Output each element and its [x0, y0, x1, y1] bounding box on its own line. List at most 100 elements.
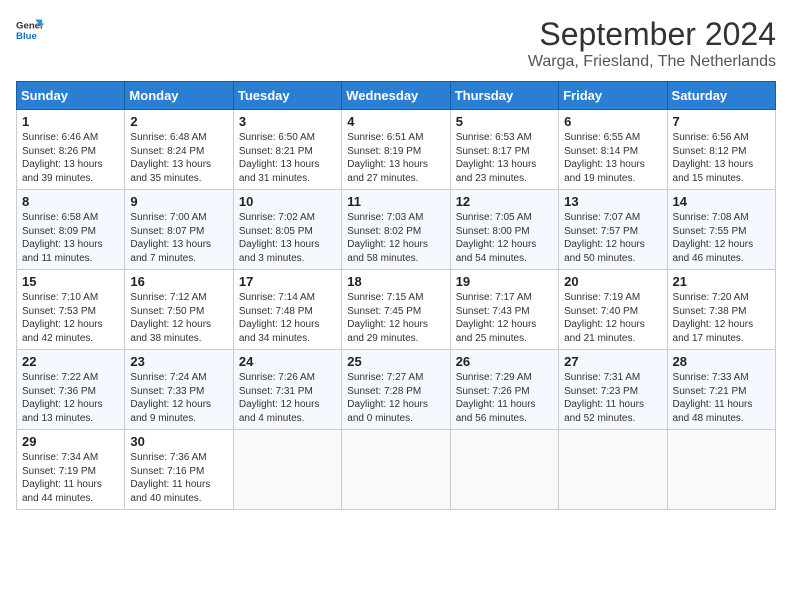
table-row: 20Sunrise: 7:19 AMSunset: 7:40 PMDayligh… [559, 270, 667, 350]
day-info: Sunrise: 6:51 AMSunset: 8:19 PMDaylight:… [347, 131, 444, 185]
day-number: 9 [130, 194, 227, 209]
header-sunday: Sunday [17, 82, 125, 110]
day-number: 19 [456, 274, 553, 289]
day-info: Sunrise: 6:50 AMSunset: 8:21 PMDaylight:… [239, 131, 336, 185]
day-number: 27 [564, 354, 661, 369]
day-info: Sunrise: 7:26 AMSunset: 7:31 PMDaylight:… [239, 371, 336, 425]
day-info: Sunrise: 7:07 AMSunset: 7:57 PMDaylight:… [564, 211, 661, 265]
table-row: 10 Sunrise: 7:02 AMSunset: 8:05 PMDayligh… [233, 190, 341, 270]
day-info: Sunrise: 7:19 AMSunset: 7:40 PMDaylight:… [564, 291, 661, 345]
table-row: 12 Sunrise: 7:05 AMSunset: 8:00 PMDayligh… [450, 190, 558, 270]
calendar-week-row: 8Sunrise: 6:58 AMSunset: 8:09 PMDaylight… [17, 190, 776, 270]
subtitle: Warga, Friesland, The Netherlands [528, 53, 776, 71]
day-number: 17 [239, 274, 336, 289]
day-number: 15 [22, 274, 119, 289]
day-info: Sunrise: 7:08 AMSunset: 7:55 PMDaylight:… [673, 211, 770, 265]
table-row: 15 Sunrise: 7:10 AMSunset: 7:53 PMDayligh… [17, 270, 125, 350]
title-section: September 2024 Warga, Friesland, The Net… [528, 16, 776, 71]
day-number: 13 [564, 194, 661, 209]
day-number: 26 [456, 354, 553, 369]
table-row: 18 Sunrise: 7:15 AMSunset: 7:45 PMDayligh… [342, 270, 450, 350]
day-number: 5 [456, 114, 553, 129]
day-number: 7 [673, 114, 770, 129]
day-number: 14 [673, 194, 770, 209]
calendar-week-row: 29 Sunrise: 7:34 AMSunset: 7:19 PMDayligh… [17, 430, 776, 510]
day-number: 21 [673, 274, 770, 289]
day-number: 6 [564, 114, 661, 129]
table-row: 25Sunrise: 7:27 AMSunset: 7:28 PMDayligh… [342, 350, 450, 430]
calendar-week-row: 22Sunrise: 7:22 AMSunset: 7:36 PMDayligh… [17, 350, 776, 430]
day-number: 22 [22, 354, 119, 369]
day-number: 4 [347, 114, 444, 129]
day-number: 30 [130, 434, 227, 449]
header-tuesday: Tuesday [233, 82, 341, 110]
table-row: 14 Sunrise: 7:08 AMSunset: 7:55 PMDayligh… [667, 190, 775, 270]
table-row: 30Sunrise: 7:36 AMSunset: 7:16 PMDayligh… [125, 430, 233, 510]
table-row: 11 Sunrise: 7:03 AMSunset: 8:02 PMDayligh… [342, 190, 450, 270]
table-row: 16 Sunrise: 7:12 AMSunset: 7:50 PMDayligh… [125, 270, 233, 350]
table-row: 28Sunrise: 7:33 AMSunset: 7:21 PMDayligh… [667, 350, 775, 430]
calendar-header-row: Sunday Monday Tuesday Wednesday Thursday… [17, 82, 776, 110]
table-row: 22Sunrise: 7:22 AMSunset: 7:36 PMDayligh… [17, 350, 125, 430]
day-number: 11 [347, 194, 444, 209]
day-info: Sunrise: 7:20 AMSunset: 7:38 PMDaylight:… [673, 291, 770, 345]
table-row: 2Sunrise: 6:48 AMSunset: 8:24 PMDaylight… [125, 110, 233, 190]
table-row: 9 Sunrise: 7:00 AMSunset: 8:07 PMDaylight… [125, 190, 233, 270]
day-info: Sunrise: 7:34 AMSunset: 7:19 PMDaylight:… [22, 451, 119, 505]
day-number: 8 [22, 194, 119, 209]
table-row: 21 Sunrise: 7:20 AMSunset: 7:38 PMDayligh… [667, 270, 775, 350]
table-row: 6 Sunrise: 6:55 AMSunset: 8:14 PMDaylight… [559, 110, 667, 190]
day-number: 10 [239, 194, 336, 209]
day-info: Sunrise: 6:56 AMSunset: 8:12 PMDaylight:… [673, 131, 770, 185]
day-number: 3 [239, 114, 336, 129]
day-info: Sunrise: 7:33 AMSunset: 7:21 PMDaylight:… [673, 371, 770, 425]
table-row [450, 430, 558, 510]
table-row: 8Sunrise: 6:58 AMSunset: 8:09 PMDaylight… [17, 190, 125, 270]
day-info: Sunrise: 7:05 AMSunset: 8:00 PMDaylight:… [456, 211, 553, 265]
day-info: Sunrise: 6:48 AMSunset: 8:24 PMDaylight:… [130, 131, 227, 185]
table-row: 24Sunrise: 7:26 AMSunset: 7:31 PMDayligh… [233, 350, 341, 430]
table-row: 19 Sunrise: 7:17 AMSunset: 7:43 PMDayligh… [450, 270, 558, 350]
day-info: Sunrise: 7:12 AMSunset: 7:50 PMDaylight:… [130, 291, 227, 345]
day-number: 16 [130, 274, 227, 289]
day-number: 18 [347, 274, 444, 289]
day-info: Sunrise: 6:53 AMSunset: 8:17 PMDaylight:… [456, 131, 553, 185]
table-row [667, 430, 775, 510]
day-info: Sunrise: 7:03 AMSunset: 8:02 PMDaylight:… [347, 211, 444, 265]
day-info: Sunrise: 7:02 AMSunset: 8:05 PMDaylight:… [239, 211, 336, 265]
day-info: Sunrise: 7:31 AMSunset: 7:23 PMDaylight:… [564, 371, 661, 425]
day-info: Sunrise: 6:55 AMSunset: 8:14 PMDaylight:… [564, 131, 661, 185]
table-row: 1 Sunrise: 6:46 AMSunset: 8:26 PMDaylight… [17, 110, 125, 190]
day-info: Sunrise: 7:29 AMSunset: 7:26 PMDaylight:… [456, 371, 553, 425]
header-thursday: Thursday [450, 82, 558, 110]
calendar-table: Sunday Monday Tuesday Wednesday Thursday… [16, 81, 776, 510]
day-info: Sunrise: 7:17 AMSunset: 7:43 PMDaylight:… [456, 291, 553, 345]
day-info: Sunrise: 7:10 AMSunset: 7:53 PMDaylight:… [22, 291, 119, 345]
day-info: Sunrise: 7:24 AMSunset: 7:33 PMDaylight:… [130, 371, 227, 425]
logo: General Blue [16, 16, 44, 44]
table-row: 17Sunrise: 7:14 AMSunset: 7:48 PMDayligh… [233, 270, 341, 350]
table-row: 7 Sunrise: 6:56 AMSunset: 8:12 PMDaylight… [667, 110, 775, 190]
table-row [559, 430, 667, 510]
day-info: Sunrise: 7:00 AMSunset: 8:07 PMDaylight:… [130, 211, 227, 265]
header-monday: Monday [125, 82, 233, 110]
calendar-page: General Blue September 2024 Warga, Fries… [0, 0, 792, 612]
table-row: 23 Sunrise: 7:24 AMSunset: 7:33 PMDayligh… [125, 350, 233, 430]
table-row: 5 Sunrise: 6:53 AMSunset: 8:17 PMDaylight… [450, 110, 558, 190]
svg-text:Blue: Blue [16, 31, 37, 42]
logo-icon: General Blue [16, 16, 44, 44]
calendar-week-row: 15 Sunrise: 7:10 AMSunset: 7:53 PMDayligh… [17, 270, 776, 350]
day-number: 29 [22, 434, 119, 449]
day-number: 23 [130, 354, 227, 369]
page-header: General Blue September 2024 Warga, Fries… [16, 16, 776, 71]
table-row: 29 Sunrise: 7:34 AMSunset: 7:19 PMDayligh… [17, 430, 125, 510]
day-number: 12 [456, 194, 553, 209]
table-row: 3 Sunrise: 6:50 AMSunset: 8:21 PMDaylight… [233, 110, 341, 190]
day-info: Sunrise: 7:15 AMSunset: 7:45 PMDaylight:… [347, 291, 444, 345]
day-info: Sunrise: 6:46 AMSunset: 8:26 PMDaylight:… [22, 131, 119, 185]
day-number: 1 [22, 114, 119, 129]
main-title: September 2024 [528, 16, 776, 53]
header-wednesday: Wednesday [342, 82, 450, 110]
calendar-week-row: 1 Sunrise: 6:46 AMSunset: 8:26 PMDaylight… [17, 110, 776, 190]
table-row [342, 430, 450, 510]
